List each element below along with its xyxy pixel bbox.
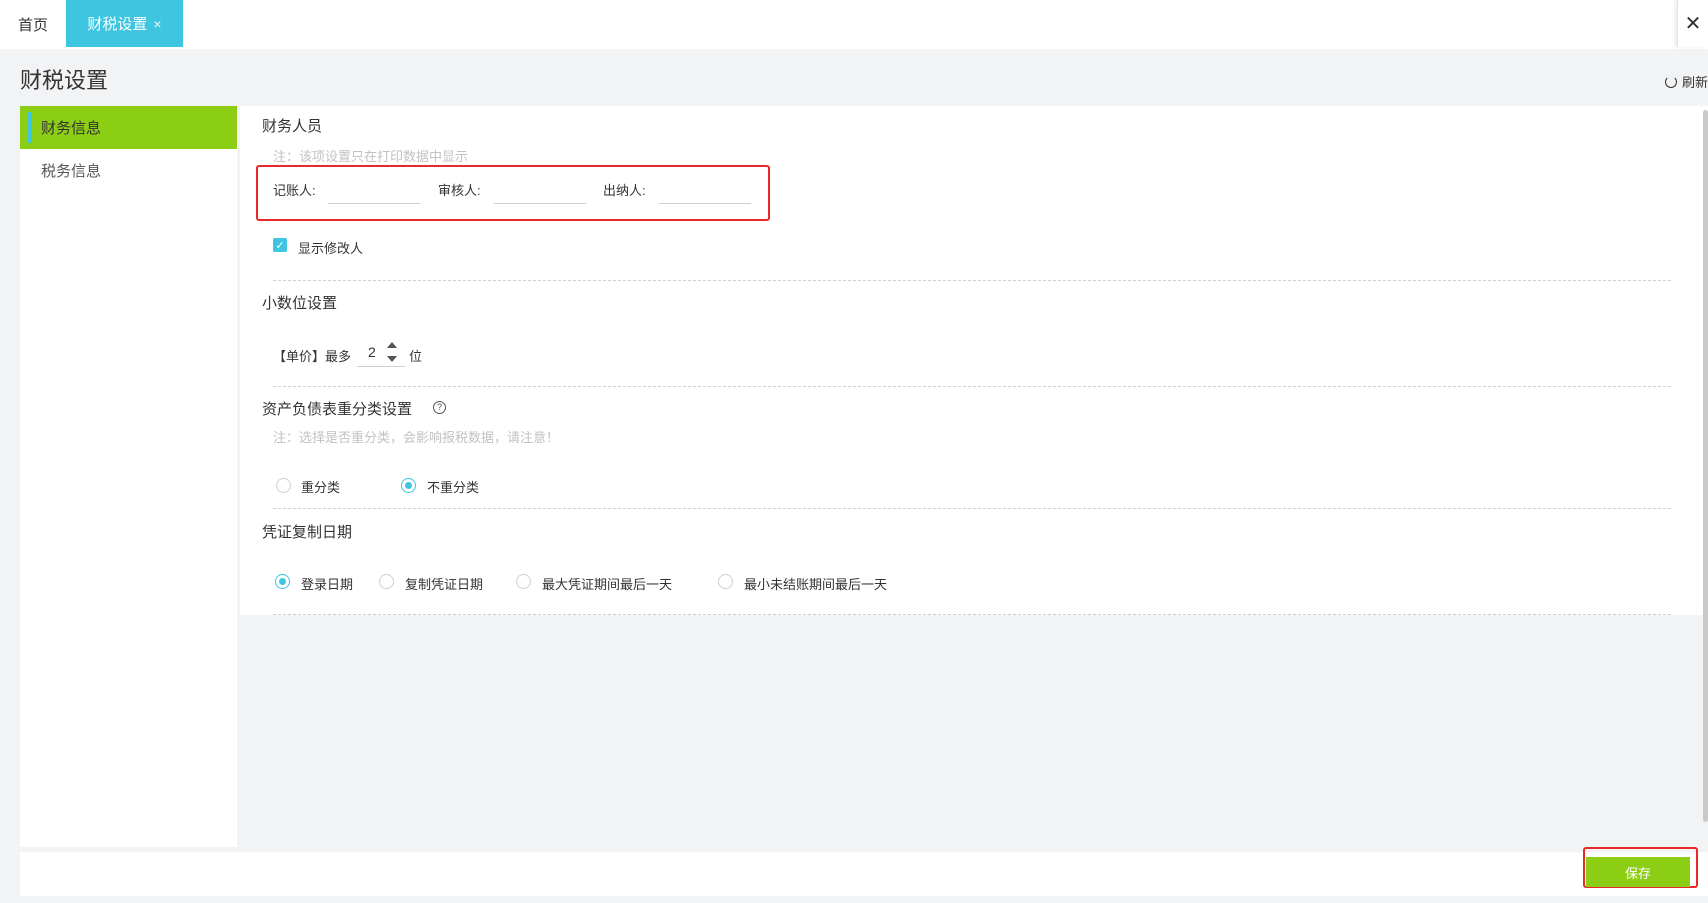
help-icon[interactable]: ? — [433, 401, 446, 414]
radio-reclassify[interactable] — [276, 478, 291, 493]
unit-price-prefix: 【单价】最多 — [273, 349, 352, 364]
bookkeeper-input[interactable] — [328, 181, 420, 204]
reviewer-input[interactable] — [494, 181, 586, 204]
refresh-label: 刷新 — [1681, 75, 1708, 90]
radio-no-reclassify-label: 不重分类 — [427, 480, 480, 495]
close-icon[interactable]: ✕ — [1677, 0, 1708, 47]
radio-login-date[interactable] — [275, 574, 290, 589]
cashier-label: 出纳人: — [603, 183, 646, 198]
radio-no-reclassify[interactable] — [401, 478, 416, 493]
finance-staff-note: 注：该项设置只在打印数据中显示 — [273, 149, 469, 164]
section-divider — [273, 508, 1671, 509]
cashier-input[interactable] — [659, 181, 751, 204]
radio-copy-voucher-date[interactable] — [379, 574, 394, 589]
decimal-places-stepper[interactable]: 2 — [357, 340, 405, 367]
section-divider — [273, 614, 1671, 615]
show-modifier-label: 显示修改人 — [298, 241, 364, 256]
radio-reclassify-label: 重分类 — [301, 480, 341, 495]
reclass-title: 资产负债表重分类设置 — [262, 401, 413, 418]
reclass-note: 注：选择是否重分类，会影响报税数据，请注意！ — [273, 430, 560, 445]
section-divider — [273, 280, 1671, 281]
radio-login-date-label: 登录日期 — [301, 577, 354, 592]
tab-tax-settings[interactable]: 财税设置 × — [66, 0, 183, 47]
refresh-icon — [1664, 75, 1677, 88]
tab-bar: 首页 财税设置 × ✕ — [0, 0, 1708, 49]
footer-bar — [20, 852, 1708, 896]
tab-close-icon[interactable]: × — [153, 16, 161, 32]
radio-min-unclosed-period-last-day[interactable] — [718, 574, 733, 589]
sidebar-item-label: 税务信息 — [41, 163, 102, 180]
tab-label: 财税设置 — [87, 16, 148, 33]
stepper-down-icon[interactable] — [387, 356, 397, 362]
page-title: 财税设置 — [20, 68, 109, 93]
vertical-scrollbar[interactable] — [1703, 110, 1708, 822]
sidebar-item-label: 财务信息 — [41, 120, 102, 137]
radio-max-period-last-day-label: 最大凭证期间最后一天 — [542, 577, 673, 592]
sidebar: 财务信息 税务信息 — [20, 106, 237, 847]
radio-min-unclosed-period-last-day-label: 最小未结账期间最后一天 — [744, 577, 888, 592]
section-divider — [273, 386, 1671, 387]
decimal-places-value: 2 — [368, 344, 376, 360]
refresh-button[interactable]: 刷新 — [1664, 72, 1708, 91]
bookkeeper-label: 记账人: — [273, 183, 316, 198]
reviewer-label: 审核人: — [438, 183, 481, 198]
stepper-up-icon[interactable] — [387, 342, 397, 348]
radio-max-period-last-day[interactable] — [516, 574, 531, 589]
sidebar-item-tax-info[interactable]: 税务信息 — [20, 149, 237, 192]
finance-staff-title: 财务人员 — [262, 118, 323, 135]
unit-price-suffix: 位 — [409, 349, 423, 364]
voucher-copy-date-title: 凭证复制日期 — [262, 524, 353, 541]
tab-home[interactable]: 首页 — [0, 0, 66, 49]
save-button[interactable]: 保存 — [1586, 857, 1690, 887]
radio-copy-voucher-date-label: 复制凭证日期 — [405, 577, 484, 592]
sidebar-item-finance-info[interactable]: 财务信息 — [20, 106, 237, 149]
decimal-title: 小数位设置 — [262, 295, 338, 312]
show-modifier-checkbox[interactable]: ✓ — [273, 238, 287, 252]
